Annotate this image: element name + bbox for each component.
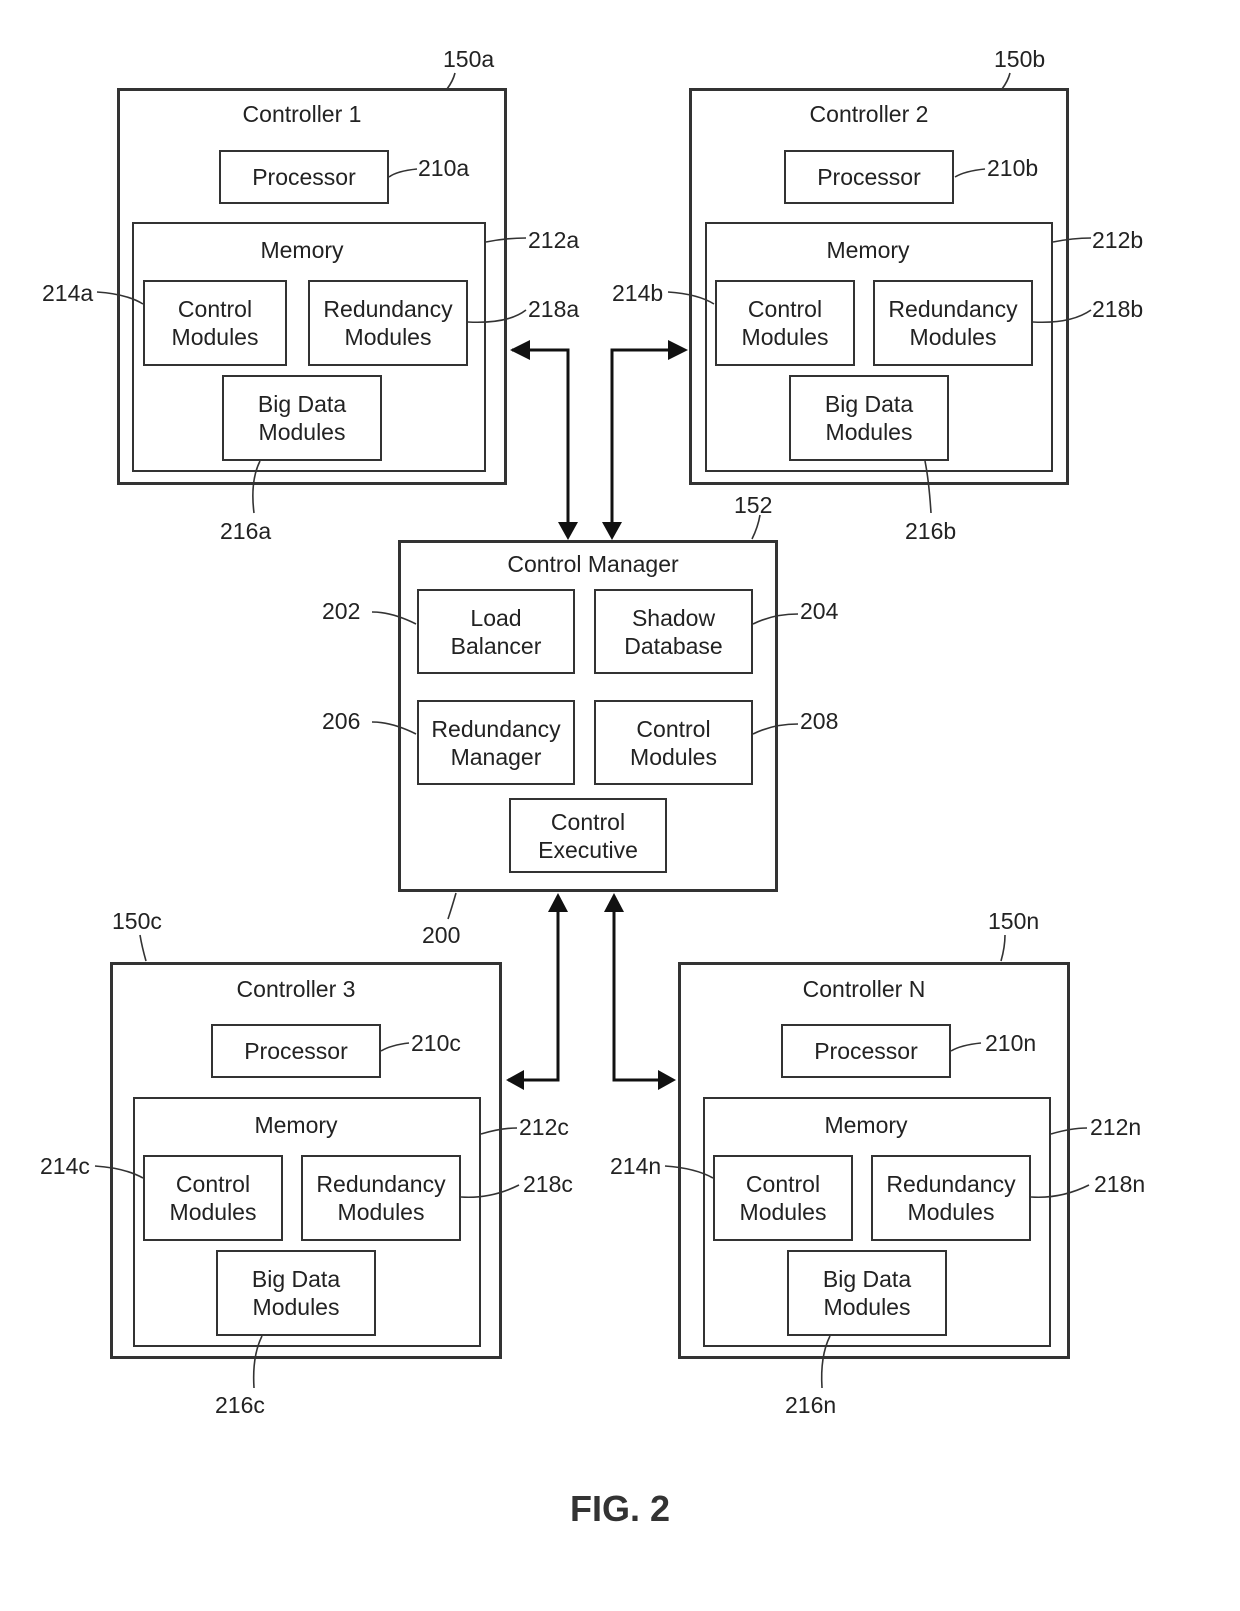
load-balancer: Load Balancer <box>417 589 575 674</box>
ref-214a: 214a <box>42 280 94 306</box>
arrowhead <box>668 340 688 360</box>
ref-212n: 212n <box>1090 1114 1142 1140</box>
ref-152: 152 <box>734 492 773 518</box>
arrowhead <box>506 1070 524 1090</box>
ref-210b: 210b <box>987 155 1039 181</box>
controller-1-memory-title: Memory <box>260 237 344 263</box>
ref-214b: 214b <box>612 280 664 306</box>
controller-1-redundancy-modules: Redundancy Modules <box>308 280 468 366</box>
controller-3-processor: Processor <box>211 1024 381 1078</box>
arrow-controller-n-manager <box>612 905 672 1082</box>
ref-212b: 212b <box>1092 227 1144 253</box>
control-modules-manager: Control Modules <box>594 700 753 785</box>
controller-3-big-data-modules: Big Data Modules <box>216 1250 376 1336</box>
arrowhead <box>604 893 624 912</box>
shadow-database: Shadow Database <box>594 589 753 674</box>
controller-1-title: Controller 1 <box>242 101 362 127</box>
ref-218a: 218a <box>528 296 580 322</box>
control-manager-title: Control Manager <box>507 551 679 577</box>
arrow-controller-2-manager <box>610 348 684 528</box>
arrowhead <box>658 1070 676 1090</box>
ref-210n: 210n <box>985 1030 1037 1056</box>
controller-n-big-data-modules: Big Data Modules <box>787 1250 947 1336</box>
ref-218b: 218b <box>1092 296 1144 322</box>
controller-2-title: Controller 2 <box>809 101 929 127</box>
arrowhead <box>558 522 578 540</box>
ref-150a: 150a <box>443 46 495 72</box>
ref-216n: 216n <box>785 1392 837 1418</box>
ref-210a: 210a <box>418 155 470 181</box>
controller-3-control-modules: Control Modules <box>143 1155 283 1241</box>
controller-1-big-data-modules: Big Data Modules <box>222 375 382 461</box>
ref-216c: 216c <box>215 1392 265 1418</box>
redundancy-manager: Redundancy Manager <box>417 700 575 785</box>
arrowhead <box>602 522 622 540</box>
ref-204: 204 <box>800 598 839 624</box>
figure-label: FIG. 2 <box>569 1488 671 1529</box>
ref-202: 202 <box>322 598 361 624</box>
control-executive: Control Executive <box>509 798 667 873</box>
controller-n-control-modules: Control Modules <box>713 1155 853 1241</box>
arrow-controller-1-manager <box>512 348 570 528</box>
controller-n-redundancy-modules: Redundancy Modules <box>871 1155 1031 1241</box>
controller-2-big-data-modules: Big Data Modules <box>789 375 949 461</box>
controller-n-processor: Processor <box>781 1024 951 1078</box>
controller-1-processor: Processor <box>219 150 389 204</box>
ref-150c: 150c <box>112 908 162 934</box>
ref-214n: 214n <box>610 1153 662 1179</box>
ref-214c: 214c <box>40 1153 90 1179</box>
controller-2-memory-title: Memory <box>826 237 910 263</box>
arrowhead <box>510 340 530 360</box>
controller-n-memory-title: Memory <box>824 1112 908 1138</box>
controller-2-control-modules: Control Modules <box>715 280 855 366</box>
controller-2-processor: Processor <box>784 150 954 204</box>
ref-200: 200 <box>422 922 461 948</box>
ref-150n: 150n <box>988 908 1040 934</box>
arrow-controller-3-manager <box>508 905 560 1082</box>
controller-3-redundancy-modules: Redundancy Modules <box>301 1155 461 1241</box>
controller-n-title: Controller N <box>802 976 926 1002</box>
ref-216b: 216b <box>905 518 957 544</box>
ref-212a: 212a <box>528 227 580 253</box>
ref-218c: 218c <box>523 1171 573 1197</box>
ref-218n: 218n <box>1094 1171 1146 1197</box>
ref-150b: 150b <box>994 46 1046 72</box>
controller-1-control-modules: Control Modules <box>143 280 287 366</box>
ref-208: 208 <box>800 708 839 734</box>
arrowhead <box>548 893 568 912</box>
controller-2-redundancy-modules: Redundancy Modules <box>873 280 1033 366</box>
ref-212c: 212c <box>519 1114 569 1140</box>
controller-3-memory-title: Memory <box>254 1112 338 1138</box>
controller-3-title: Controller 3 <box>236 976 356 1002</box>
ref-210c: 210c <box>411 1030 461 1056</box>
ref-216a: 216a <box>220 518 272 544</box>
ref-206: 206 <box>322 708 361 734</box>
